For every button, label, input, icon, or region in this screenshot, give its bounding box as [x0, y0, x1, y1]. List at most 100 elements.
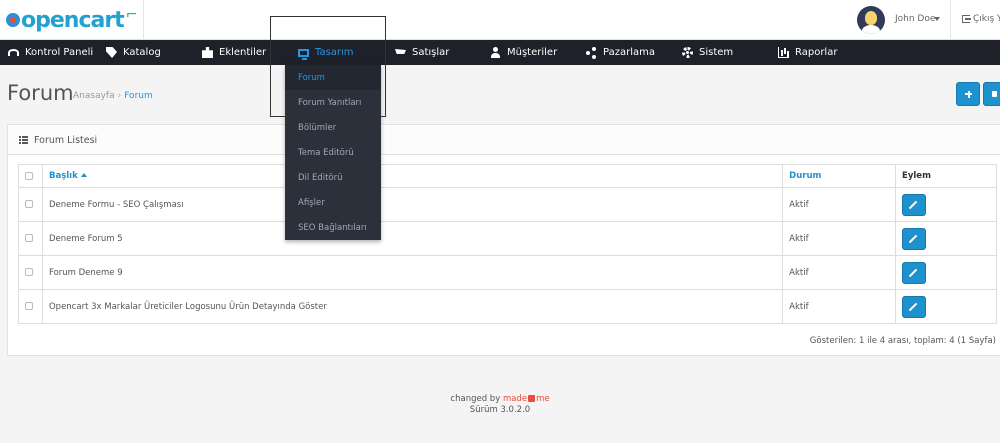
- nav-item-customers[interactable]: Müşteriler: [490, 40, 557, 65]
- dropdown-item-banners[interactable]: Afişler: [285, 190, 381, 215]
- row-status: Aktif: [782, 187, 897, 222]
- nav-item-catalog[interactable]: Katalog: [106, 40, 161, 65]
- edit-button[interactable]: [902, 227, 927, 250]
- footer-version: Sürüm 3.0.2.0: [469, 405, 531, 415]
- footer-brand-a: made: [502, 394, 528, 404]
- column-action-header: Eylem: [895, 164, 997, 188]
- user-icon: [490, 47, 501, 58]
- dropdown-item-sections[interactable]: Bölümler: [285, 115, 381, 140]
- add-button[interactable]: [956, 82, 980, 106]
- logo-text: opencart: [21, 7, 125, 33]
- nav-item-system[interactable]: Sistem: [682, 40, 733, 65]
- breadcrumb-current-link[interactable]: Forum: [124, 91, 153, 101]
- heart-icon: [528, 395, 536, 402]
- top-header: opencart ⌐ John Doe Çıkış Ya: [0, 0, 1000, 40]
- row-status: Aktif: [782, 221, 897, 256]
- row-action-cell: [895, 255, 997, 290]
- sort-title-link[interactable]: Başlık: [49, 171, 78, 181]
- row-select-cell: [18, 187, 43, 222]
- user-name[interactable]: John Doe: [895, 14, 935, 24]
- cart-icon: [395, 49, 406, 54]
- nav-item-label: Eklentiler: [219, 47, 267, 58]
- cart-logo-icon: ⌐: [125, 7, 138, 23]
- row-checkbox[interactable]: [25, 200, 33, 208]
- main-nav: Kontrol Paneli Katalog Eklentiler Tasarı…: [0, 40, 1000, 65]
- pagination-summary: Gösterilen: 1 ile 4 arası, toplam: 4 (1 …: [809, 336, 996, 346]
- logo-mark-icon: [6, 13, 20, 27]
- sign-out-icon: [962, 15, 971, 23]
- nav-item-label: Pazarlama: [603, 47, 655, 58]
- action-header-label: Eylem: [902, 171, 931, 181]
- dropdown-item-seo-urls[interactable]: SEO Bağlantıları: [285, 215, 381, 240]
- sort-status-link[interactable]: Durum: [789, 171, 821, 181]
- breadcrumb-separator: ›: [117, 91, 122, 101]
- dropdown-item-theme-editor[interactable]: Tema Editörü: [285, 140, 381, 165]
- logout-link[interactable]: Çıkış Ya: [962, 14, 1000, 24]
- row-select-cell: [18, 255, 43, 290]
- nav-item-marketing[interactable]: Pazarlama: [586, 40, 655, 65]
- chevron-down-icon[interactable]: [934, 17, 940, 21]
- delete-button[interactable]: [983, 82, 1000, 106]
- nav-item-label: Kontrol Paneli: [25, 47, 94, 58]
- design-dropdown-menu: Forum Forum Yanıtları Bölümler Tema Edit…: [285, 65, 381, 240]
- row-checkbox[interactable]: [25, 302, 33, 310]
- row-title: Deneme Forum 5: [41, 221, 784, 256]
- footer: changed by made me Sürüm 3.0.2.0: [0, 394, 1000, 416]
- footer-credit: changed by made me: [0, 394, 1000, 405]
- row-action-cell: [895, 187, 997, 222]
- panel-title: Forum Listesi: [34, 135, 98, 146]
- row-select-cell: [18, 221, 43, 256]
- share-icon: [586, 47, 597, 58]
- select-all-checkbox[interactable]: [25, 171, 33, 180]
- dropdown-item-language-editor[interactable]: Dil Editörü: [285, 165, 381, 190]
- panel-heading: Forum Listesi: [8, 125, 1000, 155]
- row-action-cell: [895, 221, 997, 256]
- row-status: Aktif: [782, 289, 897, 324]
- tag-icon: [106, 47, 117, 58]
- bar-chart-icon: [778, 47, 789, 58]
- opencart-logo[interactable]: opencart ⌐: [6, 7, 137, 33]
- page-title: Forum: [7, 81, 74, 105]
- row-title: Opencart 3x Markalar Üreticiler Logosunu…: [41, 289, 784, 324]
- nav-item-label: Satışlar: [412, 47, 450, 58]
- dropdown-item-forum-replies[interactable]: Forum Yanıtları: [285, 90, 381, 115]
- row-checkbox[interactable]: [25, 268, 33, 276]
- dashboard-icon: [8, 49, 19, 56]
- row-title: Deneme Formu - SEO Çalışması: [41, 187, 784, 222]
- row-status: Aktif: [782, 255, 897, 290]
- nav-item-design[interactable]: Tasarım: [298, 40, 354, 65]
- dropdown-item-forum[interactable]: Forum: [285, 65, 381, 90]
- nav-item-label: Sistem: [699, 47, 734, 58]
- nav-item-sales[interactable]: Satışlar: [395, 40, 449, 65]
- row-action-cell: [895, 289, 997, 324]
- nav-item-reports[interactable]: Raporlar: [778, 40, 837, 65]
- avatar[interactable]: [857, 6, 885, 34]
- nav-item-extensions[interactable]: Eklentiler: [202, 40, 266, 65]
- row-title: Forum Deneme 9: [41, 255, 784, 290]
- footer-brand-link[interactable]: made me: [503, 394, 550, 404]
- edit-button[interactable]: [902, 261, 927, 284]
- edit-button[interactable]: [902, 295, 927, 318]
- header-divider-right: [950, 0, 951, 40]
- table-header-row: Başlık Durum Eylem: [18, 164, 997, 188]
- edit-button[interactable]: [902, 193, 927, 216]
- breadcrumb-home-link[interactable]: Anasayfa: [73, 91, 115, 101]
- list-icon: [19, 136, 28, 144]
- row-select-cell: [18, 289, 43, 324]
- gear-icon: [682, 47, 693, 58]
- column-status-header[interactable]: Durum: [782, 164, 897, 188]
- nav-item-label: Raporlar: [795, 47, 838, 58]
- column-title-header[interactable]: Başlık: [41, 164, 784, 188]
- puzzle-icon: [202, 47, 213, 58]
- header-divider: [143, 0, 144, 40]
- table-row: Opencart 3x Markalar Üreticiler Logosunu…: [18, 289, 997, 324]
- footer-changed-by: changed by: [450, 394, 501, 404]
- forum-list-panel: Forum Listesi Başlık Durum Eylem Deneme …: [7, 124, 1000, 356]
- nav-item-label: Müşteriler: [507, 47, 558, 58]
- nav-item-label: Tasarım: [315, 47, 354, 58]
- row-checkbox[interactable]: [25, 234, 33, 242]
- nav-item-dashboard[interactable]: Kontrol Paneli: [8, 40, 93, 65]
- forum-table: Başlık Durum Eylem Deneme Formu - SEO Ça…: [18, 164, 997, 324]
- select-all-cell: [18, 164, 43, 188]
- monitor-icon: [298, 48, 309, 60]
